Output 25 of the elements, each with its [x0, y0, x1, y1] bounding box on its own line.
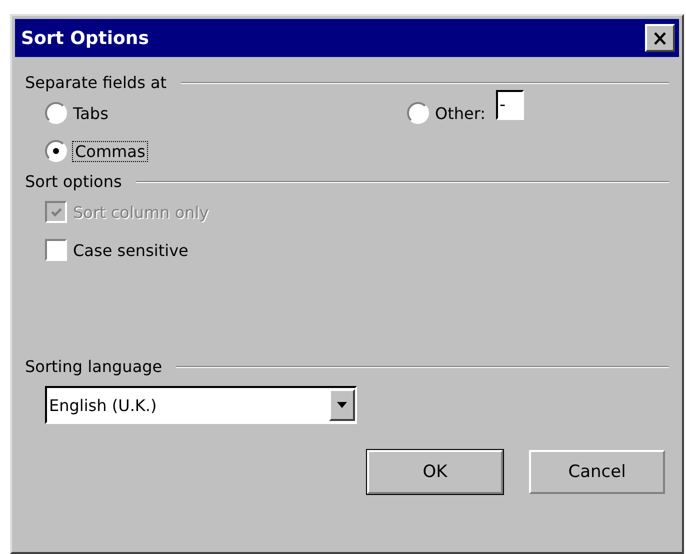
other-input-field[interactable]: -: [496, 90, 524, 120]
window-title: Sort Options: [21, 28, 149, 48]
language-dropdown[interactable]: English (U.K.): [45, 386, 357, 424]
close-button[interactable]: [645, 24, 675, 52]
radio-option[interactable]: Other:: [407, 98, 486, 128]
radio-label: Other:: [435, 104, 486, 122]
checkbox-label: Case sensitive: [73, 240, 188, 260]
radio-label: Tabs: [73, 104, 108, 122]
radio-button[interactable]: [45, 140, 67, 162]
section-heading: Sort options: [25, 172, 122, 191]
dialog-button[interactable]: OK: [367, 450, 503, 494]
radio-option[interactable]: Tabs: [45, 98, 407, 128]
radio-option[interactable]: Commas: [45, 136, 407, 166]
section-heading: Sorting language: [25, 357, 162, 376]
checkbox-label: Sort column only: [73, 202, 209, 222]
radio-button[interactable]: [407, 102, 429, 124]
checkmark-icon: [50, 206, 62, 218]
section-heading: Separate fields at: [25, 73, 167, 92]
radio-button[interactable]: [45, 102, 67, 124]
caret-icon: [336, 402, 348, 408]
dropdown-arrow-button[interactable]: [329, 389, 355, 421]
radio-label: Commas: [73, 142, 148, 160]
dialog-button[interactable]: Cancel: [529, 450, 665, 494]
checkbox[interactable]: [45, 239, 67, 261]
close-icon: [653, 32, 667, 44]
